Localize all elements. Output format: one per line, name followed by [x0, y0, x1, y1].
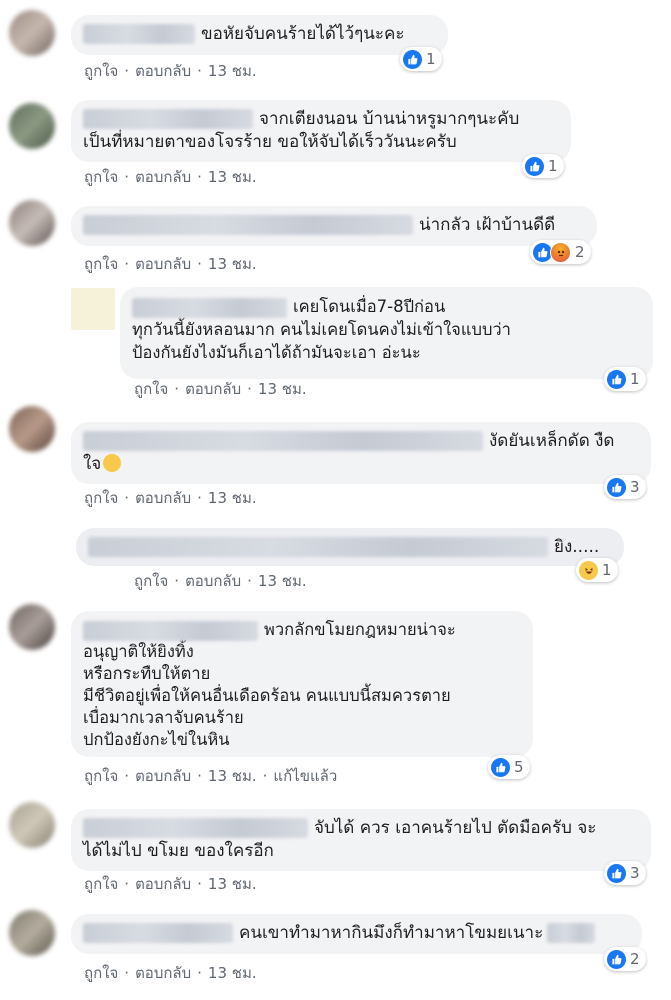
laughing-emoji-icon [103, 454, 122, 472]
timestamp[interactable]: 13 ชม. [208, 964, 257, 982]
comment-text: งัดยันเหล็กดัด งืด [489, 431, 615, 451]
avatar[interactable] [71, 288, 115, 330]
timestamp[interactable]: 13 ชม. [208, 168, 257, 186]
like-link[interactable]: ถูกใจ [84, 62, 118, 80]
comment-bubble: พวกลักขโมยกฎหมายน่าจะ อนุญาติให้ยิงทิ้ง … [71, 611, 533, 757]
comment-text: มีชีวิตอยู่เพื่อให้คนอื่นเดือดร้อน คนแบบ… [83, 686, 451, 705]
timestamp[interactable]: 13 ชม. [258, 380, 307, 398]
timestamp[interactable]: 13 ชม. [208, 489, 257, 507]
reaction-count[interactable]: 1 [400, 47, 442, 71]
comment-text: ได้ไม่ไป ขโมย ของใครอีก [83, 841, 274, 861]
reply-link[interactable]: ตอบกลับ [185, 380, 241, 398]
reaction-count[interactable]: 1 [576, 558, 618, 582]
comment-text: น่ากลัว เฝ้าบ้านดีดี [419, 215, 556, 235]
reaction-count[interactable]: 3 [604, 861, 646, 885]
comment-text: ปกป้องยังกะไข่ในหิน [83, 730, 230, 749]
like-icon [403, 49, 422, 69]
reaction-count[interactable]: 2 [530, 240, 591, 264]
like-icon [607, 369, 626, 389]
avatar[interactable] [9, 406, 55, 452]
comment-bubble: ขอหัยจับคนร้ายได้ไว้ๆนะคะ [71, 15, 448, 55]
comment-bubble: จากเตียงนอน บ้านน่าหรูมากๆนะคับ เป็นที่ห… [71, 100, 571, 162]
like-icon [525, 156, 544, 176]
timestamp[interactable]: 13 ชม. [208, 62, 257, 80]
angry-icon [550, 241, 571, 263]
reply-link[interactable]: ตอบกลับ [135, 964, 191, 982]
comment-bubble: คนเขาทำมาหากินมึงก็ทำมาหาโขมยเนาะ [71, 914, 642, 954]
like-link[interactable]: ถูกใจ [84, 875, 118, 893]
comment-text: ป้องกันยังไงมันก็เอาได้ถ้ามันจะเอา อ่ะนะ [132, 343, 421, 362]
comment-text: อนุญาติให้ยิงทิ้ง [83, 642, 194, 661]
timestamp[interactable]: 13 ชม. [258, 572, 307, 590]
edited-label[interactable]: แก้ไขแล้ว [273, 767, 337, 785]
comment-actions: ถูกใจ · ตอบกลับ · 13 ชม. · แก้ไขแล้ว [84, 767, 338, 785]
avatar[interactable] [9, 10, 55, 56]
reply-link[interactable]: ตอบกลับ [135, 168, 191, 186]
like-link[interactable]: ถูกใจ [84, 168, 118, 186]
comment-bubble: งัดยันเหล็กดัด งืด ใจ [71, 422, 651, 484]
reply-link[interactable]: ตอบกลับ [135, 62, 191, 80]
like-link[interactable]: ถูกใจ [84, 255, 118, 273]
reaction-count[interactable]: 1 [522, 154, 564, 178]
reaction-count[interactable]: 5 [488, 755, 530, 779]
avatar[interactable] [9, 910, 55, 956]
comment-text: ยิง..... [554, 537, 600, 557]
reply-link[interactable]: ตอบกลับ [135, 875, 191, 893]
comment-text: คนเขาทำมาหากินมึงก็ทำมาหาโขมยเนาะ [239, 923, 544, 943]
comment-bubble: เคยโดนเมื่อ7-8ปีก่อน ทุกวันนี้ยังหลอนมาก… [120, 287, 653, 379]
like-link[interactable]: ถูกใจ [134, 572, 168, 590]
like-link[interactable]: ถูกใจ [84, 489, 118, 507]
comment-text: เป็นที่หมายตาของโจรร้าย ขอให้จับได้เร็วว… [83, 132, 457, 152]
comment-text: พวกลักขโมยกฎหมายน่าจะ [264, 620, 456, 639]
comment-text: หรือกระทืบให้ตาย [83, 664, 211, 683]
avatar[interactable] [9, 103, 55, 149]
like-link[interactable]: ถูกใจ [134, 380, 168, 398]
reaction-count[interactable]: 2 [604, 947, 646, 971]
comment-bubble: ยิง..... [76, 528, 624, 566]
reply-link[interactable]: ตอบกลับ [135, 255, 191, 273]
reaction-count[interactable]: 3 [604, 475, 646, 499]
like-icon [607, 863, 626, 883]
comment-actions: ถูกใจ · ตอบกลับ · 13 ชม. [84, 875, 257, 893]
comment-text: ขอหัยจับคนร้ายได้ไว้ๆนะคะ [201, 24, 405, 44]
comment-bubble: น่ากลัว เฝ้าบ้านดีดี [71, 206, 597, 246]
timestamp[interactable]: 13 ชม. [208, 767, 257, 785]
avatar[interactable] [9, 604, 55, 650]
like-icon [607, 477, 626, 497]
avatar[interactable] [9, 200, 55, 246]
comment-text: ใจ [83, 454, 102, 474]
timestamp[interactable]: 13 ชม. [208, 255, 257, 273]
comment-actions: ถูกใจ · ตอบกลับ · 13 ชม. [134, 380, 307, 398]
reply-link[interactable]: ตอบกลับ [185, 572, 241, 590]
haha-icon [579, 560, 598, 580]
comment-actions: ถูกใจ · ตอบกลับ · 13 ชม. [84, 964, 257, 982]
comment-bubble: จับได้ ควร เอาคนร้ายไป ตัดมือครับ จะ ได้… [71, 809, 651, 871]
comment-actions: ถูกใจ · ตอบกลับ · 13 ชม. [84, 255, 257, 273]
comment-text: เคยโดนเมื่อ7-8ปีก่อน [293, 297, 446, 316]
comment-actions: ถูกใจ · ตอบกลับ · 13 ชม. [84, 62, 257, 80]
comment-text: จากเตียงนอน บ้านน่าหรูมากๆนะคับ [259, 109, 520, 129]
comment-actions: ถูกใจ · ตอบกลับ · 13 ชม. [84, 489, 257, 507]
like-icon [607, 949, 626, 969]
timestamp[interactable]: 13 ชม. [208, 875, 257, 893]
like-icon [491, 757, 510, 777]
reply-link[interactable]: ตอบกลับ [135, 767, 191, 785]
avatar[interactable] [9, 802, 55, 848]
comment-actions: ถูกใจ · ตอบกลับ · 13 ชม. [134, 572, 307, 590]
comment-actions: ถูกใจ · ตอบกลับ · 13 ชม. [84, 168, 257, 186]
comment-text: จับได้ ควร เอาคนร้ายไป ตัดมือครับ จะ [314, 818, 597, 838]
like-link[interactable]: ถูกใจ [84, 964, 118, 982]
comment-text: เบื่อมากเวลาจับคนร้าย [83, 708, 244, 727]
reaction-count[interactable]: 1 [604, 367, 646, 391]
comment-text: ทุกวันนี้ยังหลอนมาก คนไม่เคยโดนคงไม่เข้า… [132, 320, 511, 339]
reply-link[interactable]: ตอบกลับ [135, 489, 191, 507]
like-link[interactable]: ถูกใจ [84, 767, 118, 785]
